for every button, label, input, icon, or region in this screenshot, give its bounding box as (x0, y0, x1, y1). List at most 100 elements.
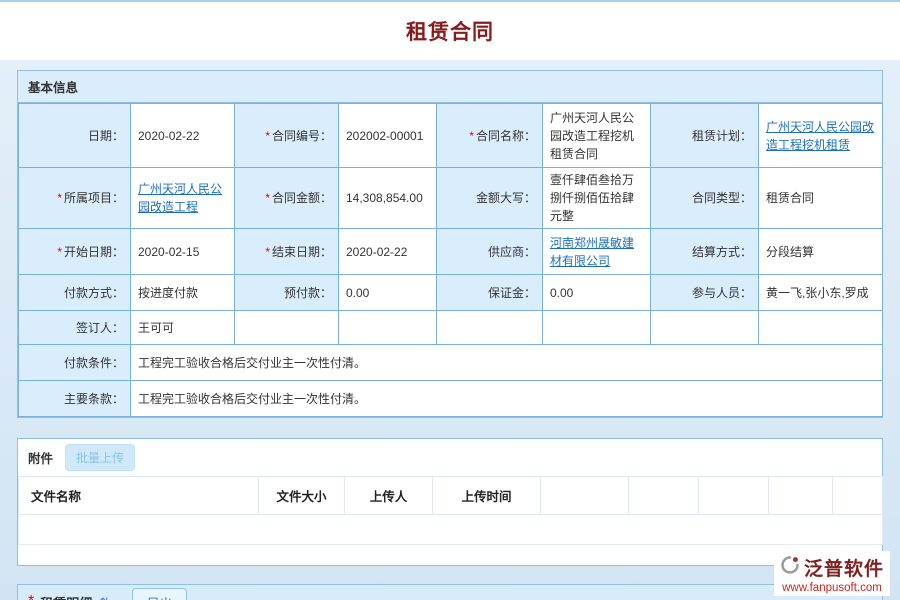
lease-detail-title: 租赁明细 (40, 593, 92, 600)
lease-detail-section: * 租赁明细 ⇅ 导出 (17, 584, 883, 600)
field-label-text: 供应商： (488, 245, 536, 259)
field-label-text: 主要条款： (64, 392, 124, 406)
basic-info-row-1: 日期： 2020-02-22 *合同编号： 202002-00001 *合同名称… (19, 104, 883, 168)
field-label-text: 租赁计划： (692, 129, 752, 143)
field-payment-method-value: 按进度付款 (131, 275, 235, 311)
required-asterisk: * (265, 245, 270, 259)
field-main-clauses-value: 工程完工验收合格后交付业主一次性付清。 (131, 381, 883, 417)
field-lease-plan-label: 租赁计划： (651, 104, 759, 168)
field-label-text: 合同名称： (476, 129, 536, 143)
field-deposit-label: 保证金： (437, 275, 543, 311)
required-asterisk: * (57, 191, 62, 205)
sort-arrows-icon[interactable]: ⇅ (99, 596, 110, 600)
field-advance-payment-label: 预付款： (235, 275, 339, 311)
field-settlement-method-value: 分段结算 (759, 229, 883, 275)
field-amount-in-words-value: 壹仟肆佰叁拾万捌仟捌佰伍拾肆元整 (543, 168, 651, 229)
field-end-date-value: 2020-02-22 (339, 229, 437, 275)
required-asterisk: * (28, 593, 34, 600)
empty-cell (437, 311, 543, 345)
supplier-link[interactable]: 河南郑州晟敏建材有限公司 (550, 236, 634, 268)
empty-cell (543, 311, 651, 345)
batch-upload-button[interactable]: 批量上传 (65, 444, 135, 471)
field-signer-value: 王可可 (131, 311, 235, 345)
field-label-text: 所属项目： (64, 191, 124, 205)
field-label-text: 开始日期： (64, 245, 124, 259)
basic-info-row-7: 主要条款： 工程完工验收合格后交付业主一次性付清。 (19, 381, 883, 417)
page: 租赁合同 基本信息 日期： 2020-02-22 *合同编号： 202002-0… (0, 0, 900, 600)
field-settlement-method-label: 结算方式： (651, 229, 759, 275)
export-button[interactable]: 导出 (132, 588, 187, 600)
field-start-date-value: 2020-02-15 (131, 229, 235, 275)
field-signer-label: 签订人： (19, 311, 131, 345)
field-advance-payment-value: 0.00 (339, 275, 437, 311)
content-area: 基本信息 日期： 2020-02-22 *合同编号： 202002-00001 … (0, 60, 900, 600)
empty-cell (235, 311, 339, 345)
attachment-empty-row (19, 515, 883, 545)
basic-info-row-3: *开始日期： 2020-02-15 *结束日期： 2020-02-22 供应商：… (19, 229, 883, 275)
page-title: 租赁合同 (406, 16, 494, 46)
basic-info-row-5: 签订人： 王可可 (19, 311, 883, 345)
field-contract-type-value: 租赁合同 (759, 168, 883, 229)
required-asterisk: * (469, 129, 474, 143)
attachments-table: 文件名称 文件大小 上传人 上传时间 (18, 476, 883, 545)
field-contract-name-label: *合同名称： (437, 104, 543, 168)
field-lease-plan-value: 广州天河人民公园改造工程挖机租赁 (759, 104, 883, 168)
field-label-text: 合同类型： (692, 191, 752, 205)
basic-info-row-6: 付款条件： 工程完工验收合格后交付业主一次性付清。 (19, 345, 883, 381)
field-main-clauses-label: 主要条款： (19, 381, 131, 417)
field-label-text: 合同编号： (272, 129, 332, 143)
fanpu-url: www.fanpusoft.com (780, 582, 884, 594)
field-amount-label: *合同金额： (235, 168, 339, 229)
attachment-col-empty (833, 477, 883, 515)
attachments-section: 附件 批量上传 文件名称 文件大小 上传人 上传时间 (17, 438, 883, 566)
required-asterisk: * (265, 191, 270, 205)
field-start-date-label: *开始日期： (19, 229, 131, 275)
field-label-text: 参与人员： (692, 286, 752, 300)
field-label-text: 付款方式： (64, 286, 124, 300)
attachment-col-empty (769, 477, 833, 515)
field-date-value: 2020-02-22 (131, 104, 235, 168)
field-contract-name-value: 广州天河人民公园改造工程挖机租赁合同 (543, 104, 651, 168)
fanpu-brand-line: 泛普软件 (780, 554, 884, 581)
field-supplier-label: 供应商： (437, 229, 543, 275)
basic-info-table: 日期： 2020-02-22 *合同编号： 202002-00001 *合同名称… (18, 103, 883, 417)
field-label-text: 结算方式： (692, 245, 752, 259)
required-asterisk: * (265, 129, 270, 143)
field-project-value: 广州天河人民公园改造工程 (131, 168, 235, 229)
lease-plan-link[interactable]: 广州天河人民公园改造工程挖机租赁 (766, 120, 874, 152)
field-participants-value: 黄一飞,张小东,罗成 (759, 275, 883, 311)
field-supplier-value: 河南郑州晟敏建材有限公司 (543, 229, 651, 275)
attachment-col-upload-time: 上传时间 (433, 477, 541, 515)
basic-info-section: 基本信息 日期： 2020-02-22 *合同编号： 202002-00001 … (17, 70, 883, 418)
field-end-date-label: *结束日期： (235, 229, 339, 275)
attachment-empty-cell (19, 515, 883, 545)
field-label-text: 日期： (88, 129, 124, 143)
attachments-header: 附件 批量上传 (18, 439, 882, 476)
attachment-col-empty (629, 477, 699, 515)
title-band: 租赁合同 (0, 2, 900, 60)
project-link[interactable]: 广州天河人民公园改造工程 (138, 182, 222, 214)
attachments-title: 附件 (28, 448, 53, 467)
field-label-text: 合同金额： (272, 191, 332, 205)
empty-cell (339, 311, 437, 345)
field-amount-value: 14,308,854.00 (339, 168, 437, 229)
field-contract-type-label: 合同类型： (651, 168, 759, 229)
field-contract-no-label: *合同编号： (235, 104, 339, 168)
field-payment-method-label: 付款方式： (19, 275, 131, 311)
field-participants-label: 参与人员： (651, 275, 759, 311)
field-label-text: 结束日期： (272, 245, 332, 259)
field-label-text: 保证金： (488, 286, 536, 300)
attachment-col-file-size: 文件大小 (259, 477, 345, 515)
empty-cell (651, 311, 759, 345)
basic-info-row-4: 付款方式： 按进度付款 预付款： 0.00 保证金： 0.00 参与人员： 黄一… (19, 275, 883, 311)
basic-info-row-2: *所属项目： 广州天河人民公园改造工程 *合同金额： 14,308,854.00… (19, 168, 883, 229)
attachments-header-row: 文件名称 文件大小 上传人 上传时间 (19, 477, 883, 515)
field-label-text: 预付款： (284, 286, 332, 300)
attachment-col-file-name: 文件名称 (19, 477, 259, 515)
attachment-col-empty (699, 477, 769, 515)
field-project-label: *所属项目： (19, 168, 131, 229)
field-label-text: 金额大写： (476, 191, 536, 205)
field-payment-terms-label: 付款条件： (19, 345, 131, 381)
fanpu-watermark: 泛普软件 www.fanpusoft.com (774, 551, 890, 596)
field-label-text: 签订人： (76, 321, 124, 335)
